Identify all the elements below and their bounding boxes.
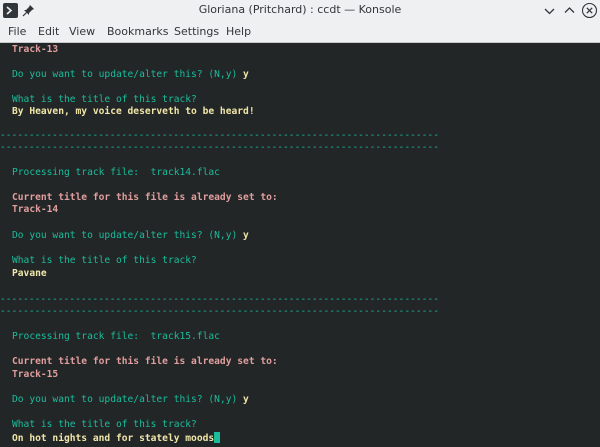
title-prompt: What is the title of this track? (12, 419, 197, 430)
current-title-value: Track-15 (12, 369, 59, 380)
update-answer: y (243, 230, 249, 241)
title-prompt: What is the title of this track? (12, 255, 197, 266)
divider-line: ----------------------------------------… (0, 142, 439, 153)
update-prompt: Do you want to update/alter this? (N,y) (12, 230, 238, 241)
divider-line: ----------------------------------------… (0, 130, 439, 141)
maximize-icon[interactable] (561, 2, 578, 19)
update-prompt-line: Do you want to update/alter this? (N,y) … (12, 69, 249, 81)
title-bar[interactable]: Gloriana (Pritchard) : ccdt — Konsole (0, 0, 600, 21)
title-answer: By Heaven, my voice deserveth to be hear… (12, 106, 255, 117)
current-title-value: Track-14 (12, 204, 59, 215)
update-prompt-line: Do you want to update/alter this? (N,y) … (12, 230, 249, 242)
update-answer: y (243, 394, 249, 405)
processing-line: Processing track file: track15.flac (12, 331, 220, 342)
update-prompt: Do you want to update/alter this? (N,y) (12, 394, 238, 405)
window-title: Gloriana (Pritchard) : ccdt — Konsole (198, 3, 402, 16)
title-prompt: What is the title of this track? (12, 94, 197, 105)
menu-file[interactable]: File (8, 25, 26, 38)
divider-line: ----------------------------------------… (0, 306, 439, 317)
menu-bar: File Edit View Bookmarks Settings Help (0, 21, 600, 43)
title-answer: Pavane (12, 268, 47, 279)
update-prompt: Do you want to update/alter this? (N,y) (12, 69, 238, 80)
update-prompt-line: Do you want to update/alter this? (N,y) … (12, 394, 249, 406)
close-icon[interactable] (581, 2, 598, 19)
divider-line: ----------------------------------------… (0, 294, 439, 305)
menu-help[interactable]: Help (226, 25, 251, 38)
konsole-window: Gloriana (Pritchard) : ccdt — Konsole Fi… (0, 0, 600, 447)
minimize-icon[interactable] (541, 2, 558, 19)
menu-bookmarks[interactable]: Bookmarks (107, 25, 168, 38)
title-answer: On hot nights and for stately moods (12, 433, 215, 444)
current-title-label: Current title for this file is already s… (12, 356, 278, 367)
menu-view[interactable]: View (69, 25, 95, 38)
update-answer: y (243, 69, 249, 80)
title-input-line[interactable]: On hot nights and for stately moods (12, 432, 221, 444)
current-title-label: Current title for this file is already s… (12, 192, 278, 203)
menu-settings[interactable]: Settings (174, 25, 219, 38)
processing-line: Processing track file: track14.flac (12, 167, 220, 178)
text-cursor (214, 432, 221, 443)
menu-edit[interactable]: Edit (38, 25, 59, 38)
current-title-value: Track-13 (12, 44, 59, 55)
terminal-output[interactable]: Track-13 Do you want to update/alter thi… (0, 43, 600, 447)
